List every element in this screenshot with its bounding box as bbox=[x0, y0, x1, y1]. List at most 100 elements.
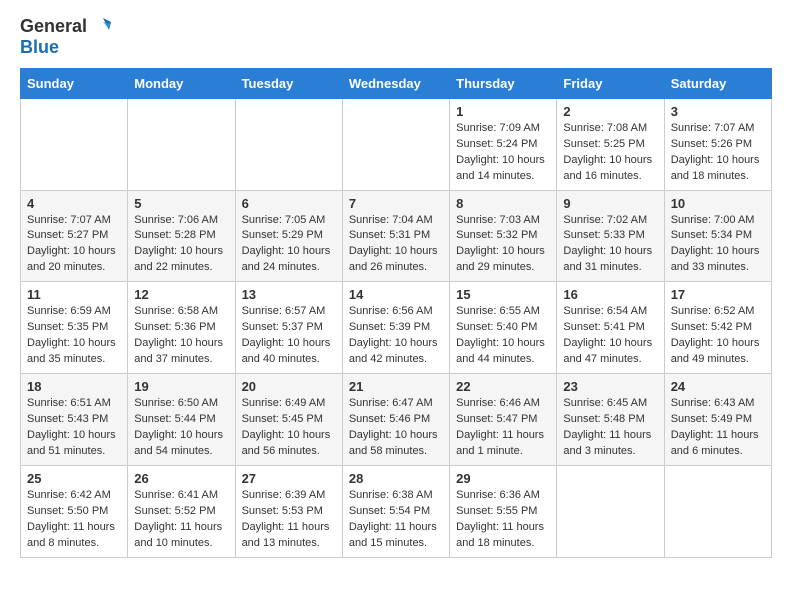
day-number: 5 bbox=[134, 196, 228, 211]
day-number: 6 bbox=[242, 196, 336, 211]
day-number: 1 bbox=[456, 104, 550, 119]
day-info: Sunrise: 6:55 AM Sunset: 5:40 PM Dayligh… bbox=[456, 304, 550, 368]
calendar-cell: 21Sunrise: 6:47 AM Sunset: 5:46 PM Dayli… bbox=[342, 374, 449, 466]
day-number: 3 bbox=[671, 104, 765, 119]
weekday-header-sunday: Sunday bbox=[21, 68, 128, 98]
day-info: Sunrise: 6:58 AM Sunset: 5:36 PM Dayligh… bbox=[134, 304, 228, 368]
calendar-cell: 27 Sunrise: 6:39 AM Sunset: 5:53 PM Dayli… bbox=[235, 465, 342, 557]
day-number: 14 bbox=[349, 287, 443, 302]
day-info: Sunrise: 6:45 AM Sunset: 5:48 PM Dayligh… bbox=[563, 396, 657, 460]
calendar-cell: 4 Sunrise: 7:07 AM Sunset: 5:27 PM Daylig… bbox=[21, 190, 128, 282]
calendar-cell: 28 Sunrise: 6:38 AM Sunset: 5:54 PM Dayli… bbox=[342, 465, 449, 557]
day-info: Sunrise: 6:51 AM Sunset: 5:43 PM Dayligh… bbox=[27, 396, 121, 460]
calendar-table: SundayMondayTuesdayWednesdayThursdayFrid… bbox=[20, 68, 772, 558]
day-number: 18 bbox=[27, 379, 121, 394]
calendar-cell: 29Sunrise: 6:36 AM Sunset: 5:55 PM Dayli… bbox=[450, 465, 557, 557]
day-info: Sunrise: 7:04 AM Sunset: 5:31 PM Dayligh… bbox=[349, 213, 443, 277]
day-number: 23 bbox=[563, 379, 657, 394]
day-number: 16 bbox=[563, 287, 657, 302]
day-info: Sunrise: 7:09 AM Sunset: 5:24 PM Dayligh… bbox=[456, 121, 550, 185]
day-info: Sunrise: 7:05 AM Sunset: 5:29 PM Dayligh… bbox=[242, 213, 336, 277]
day-info: Sunrise: 6:49 AM Sunset: 5:45 PM Dayligh… bbox=[242, 396, 336, 460]
day-info: Sunrise: 6:56 AM Sunset: 5:39 PM Dayligh… bbox=[349, 304, 443, 368]
calendar-cell: 20 Sunrise: 6:49 AM Sunset: 5:45 PM Dayli… bbox=[235, 374, 342, 466]
day-info: Sunrise: 6:41 AM Sunset: 5:52 PM Dayligh… bbox=[134, 488, 228, 552]
calendar-cell: 18 Sunrise: 6:51 AM Sunset: 5:43 PM Dayli… bbox=[21, 374, 128, 466]
calendar-cell bbox=[128, 98, 235, 190]
calendar-cell bbox=[342, 98, 449, 190]
day-number: 26 bbox=[134, 471, 228, 486]
day-info: Sunrise: 6:59 AM Sunset: 5:35 PM Dayligh… bbox=[27, 304, 121, 368]
day-number: 17 bbox=[671, 287, 765, 302]
calendar-cell: 26 Sunrise: 6:41 AM Sunset: 5:52 PM Dayli… bbox=[128, 465, 235, 557]
day-number: 27 bbox=[242, 471, 336, 486]
logo-general: General bbox=[20, 17, 87, 37]
day-number: 15 bbox=[456, 287, 550, 302]
day-number: 22 bbox=[456, 379, 550, 394]
calendar-cell: 11 Sunrise: 6:59 AM Sunset: 5:35 PM Dayli… bbox=[21, 282, 128, 374]
day-number: 12 bbox=[134, 287, 228, 302]
day-info: Sunrise: 7:07 AM Sunset: 5:26 PM Dayligh… bbox=[671, 121, 765, 185]
day-info: Sunrise: 6:42 AM Sunset: 5:50 PM Dayligh… bbox=[27, 488, 121, 552]
calendar-cell: 1 Sunrise: 7:09 AM Sunset: 5:24 PM Daylig… bbox=[450, 98, 557, 190]
calendar-cell: 6 Sunrise: 7:05 AM Sunset: 5:29 PM Daylig… bbox=[235, 190, 342, 282]
calendar-cell: 19 Sunrise: 6:50 AM Sunset: 5:44 PM Dayli… bbox=[128, 374, 235, 466]
weekday-header-wednesday: Wednesday bbox=[342, 68, 449, 98]
calendar-cell: 9Sunrise: 7:02 AM Sunset: 5:33 PM Daylig… bbox=[557, 190, 664, 282]
day-number: 13 bbox=[242, 287, 336, 302]
day-info: Sunrise: 6:50 AM Sunset: 5:44 PM Dayligh… bbox=[134, 396, 228, 460]
calendar-week-row: 4 Sunrise: 7:07 AM Sunset: 5:27 PM Daylig… bbox=[21, 190, 772, 282]
day-info: Sunrise: 7:08 AM Sunset: 5:25 PM Dayligh… bbox=[563, 121, 657, 185]
weekday-header-thursday: Thursday bbox=[450, 68, 557, 98]
day-number: 21 bbox=[349, 379, 443, 394]
day-number: 11 bbox=[27, 287, 121, 302]
day-number: 25 bbox=[27, 471, 121, 486]
day-info: Sunrise: 6:52 AM Sunset: 5:42 PM Dayligh… bbox=[671, 304, 765, 368]
calendar-cell: 13 Sunrise: 6:57 AM Sunset: 5:37 PM Dayli… bbox=[235, 282, 342, 374]
calendar-cell: 12 Sunrise: 6:58 AM Sunset: 5:36 PM Dayli… bbox=[128, 282, 235, 374]
calendar-week-row: 18 Sunrise: 6:51 AM Sunset: 5:43 PM Dayli… bbox=[21, 374, 772, 466]
day-info: Sunrise: 7:06 AM Sunset: 5:28 PM Dayligh… bbox=[134, 213, 228, 277]
day-info: Sunrise: 6:39 AM Sunset: 5:53 PM Dayligh… bbox=[242, 488, 336, 552]
calendar-cell bbox=[21, 98, 128, 190]
day-info: Sunrise: 7:02 AM Sunset: 5:33 PM Dayligh… bbox=[563, 213, 657, 277]
day-info: Sunrise: 6:57 AM Sunset: 5:37 PM Dayligh… bbox=[242, 304, 336, 368]
calendar-week-row: 1 Sunrise: 7:09 AM Sunset: 5:24 PM Daylig… bbox=[21, 98, 772, 190]
day-number: 28 bbox=[349, 471, 443, 486]
calendar-cell: 16Sunrise: 6:54 AM Sunset: 5:41 PM Dayli… bbox=[557, 282, 664, 374]
day-number: 4 bbox=[27, 196, 121, 211]
day-info: Sunrise: 6:46 AM Sunset: 5:47 PM Dayligh… bbox=[456, 396, 550, 460]
calendar-cell: 17 Sunrise: 6:52 AM Sunset: 5:42 PM Dayli… bbox=[664, 282, 771, 374]
weekday-header-tuesday: Tuesday bbox=[235, 68, 342, 98]
calendar-cell bbox=[664, 465, 771, 557]
page-header: General Blue bbox=[20, 16, 772, 58]
logo-blue: Blue bbox=[20, 38, 59, 58]
day-number: 24 bbox=[671, 379, 765, 394]
day-info: Sunrise: 6:38 AM Sunset: 5:54 PM Dayligh… bbox=[349, 488, 443, 552]
logo-bird-icon bbox=[89, 16, 111, 38]
weekday-header-row: SundayMondayTuesdayWednesdayThursdayFrid… bbox=[21, 68, 772, 98]
calendar-cell: 14 Sunrise: 6:56 AM Sunset: 5:39 PM Dayli… bbox=[342, 282, 449, 374]
weekday-header-saturday: Saturday bbox=[664, 68, 771, 98]
day-info: Sunrise: 6:43 AM Sunset: 5:49 PM Dayligh… bbox=[671, 396, 765, 460]
day-info: Sunrise: 7:03 AM Sunset: 5:32 PM Dayligh… bbox=[456, 213, 550, 277]
day-number: 10 bbox=[671, 196, 765, 211]
calendar-cell: 7Sunrise: 7:04 AM Sunset: 5:31 PM Daylig… bbox=[342, 190, 449, 282]
calendar-cell: 10Sunrise: 7:00 AM Sunset: 5:34 PM Dayli… bbox=[664, 190, 771, 282]
day-info: Sunrise: 7:07 AM Sunset: 5:27 PM Dayligh… bbox=[27, 213, 121, 277]
calendar-cell: 15 Sunrise: 6:55 AM Sunset: 5:40 PM Dayli… bbox=[450, 282, 557, 374]
day-number: 20 bbox=[242, 379, 336, 394]
day-number: 8 bbox=[456, 196, 550, 211]
logo: General Blue bbox=[20, 16, 111, 58]
calendar-cell bbox=[235, 98, 342, 190]
day-number: 2 bbox=[563, 104, 657, 119]
calendar-cell: 2 Sunrise: 7:08 AM Sunset: 5:25 PM Daylig… bbox=[557, 98, 664, 190]
calendar-week-row: 11 Sunrise: 6:59 AM Sunset: 5:35 PM Dayli… bbox=[21, 282, 772, 374]
day-info: Sunrise: 6:36 AM Sunset: 5:55 PM Dayligh… bbox=[456, 488, 550, 552]
calendar-cell: 5 Sunrise: 7:06 AM Sunset: 5:28 PM Daylig… bbox=[128, 190, 235, 282]
calendar-cell: 3 Sunrise: 7:07 AM Sunset: 5:26 PM Daylig… bbox=[664, 98, 771, 190]
calendar-cell bbox=[557, 465, 664, 557]
calendar-cell: 22 Sunrise: 6:46 AM Sunset: 5:47 PM Dayli… bbox=[450, 374, 557, 466]
day-number: 19 bbox=[134, 379, 228, 394]
calendar-cell: 23 Sunrise: 6:45 AM Sunset: 5:48 PM Dayli… bbox=[557, 374, 664, 466]
